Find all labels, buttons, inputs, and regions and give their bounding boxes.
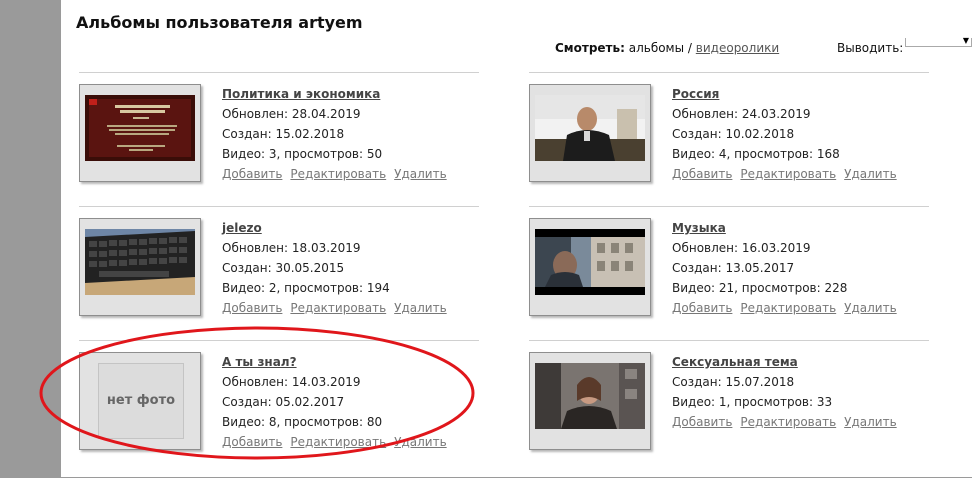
delete-link[interactable]: Удалить	[394, 301, 447, 315]
album-info: Россия Обновлен: 24.03.2019 Создан: 10.0…	[672, 84, 905, 184]
album-stats: Видео: 4, просмотров: 168	[672, 147, 840, 161]
album-info: jelezo Обновлен: 18.03.2019 Создан: 30.0…	[222, 218, 455, 318]
album-title-link[interactable]: Музыка	[672, 218, 905, 238]
album-info: Политика и экономика Обновлен: 28.04.201…	[222, 84, 455, 184]
album-thumbnail[interactable]	[529, 218, 651, 316]
add-link[interactable]: Добавить	[672, 415, 732, 429]
album-card: Музыка Обновлен: 16.03.2019 Создан: 13.0…	[529, 206, 929, 344]
album-created: Создан: 13.05.2017	[672, 261, 795, 275]
chevron-down-icon: ▼	[962, 36, 969, 45]
view-switcher: Смотреть: альбомы / видеоролики	[555, 41, 779, 55]
edit-link[interactable]: Редактировать	[290, 167, 386, 181]
album-info: Сексуальная тема Создан: 15.07.2018 Виде…	[672, 352, 905, 432]
view-videos-link[interactable]: видеоролики	[696, 41, 779, 55]
album-title-link[interactable]: Политика и экономика	[222, 84, 455, 104]
album-created: Создан: 10.02.2018	[672, 127, 795, 141]
album-updated: Обновлен: 28.04.2019	[222, 107, 361, 121]
album-card: Россия Обновлен: 24.03.2019 Создан: 10.0…	[529, 72, 929, 210]
album-thumbnail-image	[85, 95, 195, 161]
album-updated: Обновлен: 16.03.2019	[672, 241, 811, 255]
edit-link[interactable]: Редактировать	[740, 167, 836, 181]
add-link[interactable]: Добавить	[222, 167, 282, 181]
album-thumbnail-image	[535, 229, 645, 295]
edit-link[interactable]: Редактировать	[740, 301, 836, 315]
album-title-link[interactable]: Россия	[672, 84, 905, 104]
album-actions: Добавить Редактировать Удалить	[222, 298, 455, 318]
delete-link[interactable]: Удалить	[844, 301, 897, 315]
album-stats: Видео: 21, просмотров: 228	[672, 281, 848, 295]
add-link[interactable]: Добавить	[672, 301, 732, 315]
album-card: Политика и экономика Обновлен: 28.04.201…	[79, 72, 479, 210]
album-title-link[interactable]: Сексуальная тема	[672, 352, 905, 372]
delete-link[interactable]: Удалить	[394, 167, 447, 181]
delete-link[interactable]: Удалить	[844, 415, 897, 429]
divider	[79, 72, 479, 73]
view-separator: /	[687, 41, 692, 55]
album-actions: Добавить Редактировать Удалить	[672, 164, 905, 184]
album-thumbnail-image	[535, 363, 645, 429]
add-link[interactable]: Добавить	[222, 301, 282, 315]
album-updated: Обновлен: 18.03.2019	[222, 241, 361, 255]
album-thumbnail-image	[85, 229, 195, 295]
album-thumbnail[interactable]	[529, 84, 651, 182]
album-stats: Видео: 3, просмотров: 50	[222, 147, 383, 161]
edit-link[interactable]: Редактировать	[290, 301, 386, 315]
annotation-ellipse	[39, 326, 475, 460]
edit-link[interactable]: Редактировать	[740, 415, 836, 429]
output-select[interactable]: ▼	[905, 36, 972, 47]
album-info: Музыка Обновлен: 16.03.2019 Создан: 13.0…	[672, 218, 905, 318]
divider	[529, 206, 929, 207]
add-link[interactable]: Добавить	[672, 167, 732, 181]
output-label: Выводить:	[837, 41, 904, 55]
album-created: Создан: 15.02.2018	[222, 127, 345, 141]
album-created: Создан: 15.07.2018	[672, 375, 795, 389]
divider	[79, 206, 479, 207]
album-stats: Видео: 1, просмотров: 33	[672, 395, 833, 409]
divider	[529, 340, 929, 341]
album-thumbnail[interactable]	[79, 218, 201, 316]
album-thumbnail-image	[535, 95, 645, 161]
page-title: Альбомы пользователя artyem	[76, 13, 363, 32]
album-stats: Видео: 2, просмотров: 194	[222, 281, 390, 295]
view-albums-current: альбомы	[628, 41, 685, 55]
album-updated: Обновлен: 24.03.2019	[672, 107, 811, 121]
album-title-link[interactable]: jelezo	[222, 218, 455, 238]
divider	[529, 72, 929, 73]
album-actions: Добавить Редактировать Удалить	[672, 298, 905, 318]
album-thumbnail[interactable]	[529, 352, 651, 450]
album-actions: Добавить Редактировать Удалить	[222, 164, 455, 184]
album-card: Сексуальная тема Создан: 15.07.2018 Виде…	[529, 340, 929, 478]
album-created: Создан: 30.05.2015	[222, 261, 345, 275]
view-label: Смотреть:	[555, 41, 625, 55]
delete-link[interactable]: Удалить	[844, 167, 897, 181]
album-thumbnail[interactable]	[79, 84, 201, 182]
album-actions: Добавить Редактировать Удалить	[672, 412, 905, 432]
